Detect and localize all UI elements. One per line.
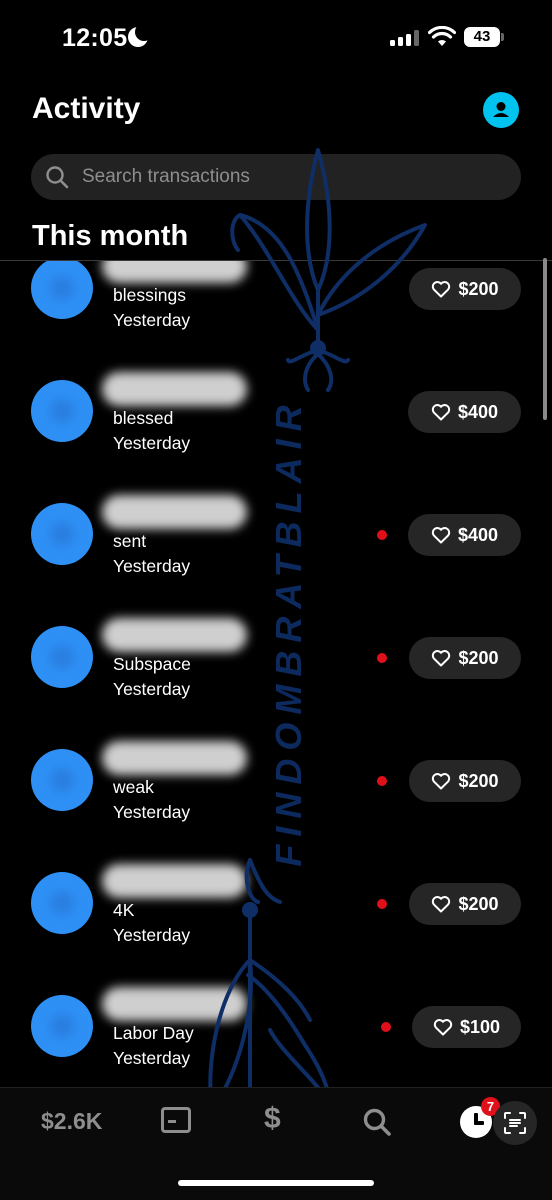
amount-button[interactable]: $200: [409, 268, 521, 310]
amount-value: $100: [459, 1016, 501, 1037]
tab-balance[interactable]: $2.6K: [41, 1108, 102, 1135]
search-icon: [46, 166, 69, 189]
avatar: [31, 749, 93, 811]
person-icon: [493, 102, 509, 117]
heart-icon: [432, 281, 451, 298]
amount-value: $200: [458, 647, 499, 668]
moon-icon: [128, 23, 153, 47]
page-title: Activity: [32, 92, 141, 125]
avatar: [31, 503, 93, 565]
amount-button[interactable]: $200: [409, 883, 521, 925]
avatar: [31, 380, 93, 442]
amount-value: $200: [458, 893, 499, 914]
card-icon[interactable]: [161, 1107, 191, 1133]
redacted-name: [102, 864, 247, 898]
transaction-note: weak: [113, 777, 154, 797]
transaction-note: Subspace: [113, 654, 191, 674]
cellular-signal-icon: [390, 30, 420, 46]
amount-button[interactable]: $200: [409, 760, 521, 802]
redacted-name: [102, 741, 247, 775]
transaction-date: Yesterday: [113, 433, 191, 453]
heart-icon: [432, 896, 451, 913]
transaction-note: Labor Day: [113, 1023, 194, 1043]
avatar: [31, 261, 93, 319]
home-indicator[interactable]: [178, 1180, 374, 1186]
battery-indicator: 43: [464, 27, 500, 47]
heart-icon: [431, 527, 451, 544]
avatar: [31, 626, 93, 688]
dollar-icon[interactable]: $: [264, 1102, 281, 1136]
transaction-note: 4K: [113, 900, 135, 920]
search-input[interactable]: Search transactions: [31, 154, 521, 200]
transaction-date: Yesterday: [113, 925, 191, 945]
unread-dot: [377, 653, 387, 663]
transaction-date: Yesterday: [113, 1048, 191, 1068]
status-bar: 12:05 43: [0, 0, 552, 76]
unread-dot: [377, 776, 387, 786]
heart-icon: [431, 404, 451, 421]
redacted-name: [102, 987, 247, 1021]
transaction-date: Yesterday: [113, 310, 191, 330]
wifi-icon: [428, 26, 456, 46]
redacted-name: [102, 261, 247, 283]
amount-button[interactable]: $200: [409, 637, 521, 679]
amount-value: $400: [457, 401, 499, 422]
search-tab-icon[interactable]: [362, 1107, 392, 1137]
section-title: This month: [32, 220, 189, 252]
amount-value: $400: [457, 524, 499, 545]
redacted-name: [102, 372, 247, 406]
avatar: [31, 995, 93, 1057]
transaction-date: Yesterday: [113, 679, 191, 699]
battery-tip: [501, 33, 504, 41]
amount-value: $200: [458, 770, 499, 791]
transaction-note: blessed: [113, 408, 174, 428]
profile-button[interactable]: [483, 92, 519, 128]
heart-icon: [433, 1019, 453, 1036]
search-placeholder: Search transactions: [82, 166, 250, 187]
unread-dot: [377, 530, 387, 540]
transaction-row[interactable]: blessings Yesterday $200: [0, 261, 552, 355]
heart-icon: [432, 773, 451, 790]
scan-button[interactable]: [493, 1101, 537, 1145]
transaction-note: blessings: [113, 285, 186, 305]
unread-dot: [377, 899, 387, 909]
scrollbar[interactable]: [543, 258, 547, 420]
scan-icon: [504, 1112, 526, 1134]
heart-icon: [432, 650, 451, 667]
unread-dot: [381, 1022, 391, 1032]
amount-button[interactable]: $400: [408, 514, 521, 556]
status-time: 12:05: [62, 24, 128, 52]
redacted-name: [102, 618, 247, 652]
amount-value: $200: [458, 278, 499, 299]
transaction-row[interactable]: Labor Day Yesterday $100: [0, 970, 552, 1087]
transaction-date: Yesterday: [113, 802, 191, 822]
watermark-text: FINDOMBRATBLAIR: [268, 397, 309, 867]
amount-button[interactable]: $400: [408, 391, 521, 433]
avatar: [31, 872, 93, 934]
transaction-date: Yesterday: [113, 556, 191, 576]
amount-button[interactable]: $100: [412, 1006, 521, 1048]
transaction-note: sent: [113, 531, 147, 551]
redacted-name: [102, 495, 247, 529]
